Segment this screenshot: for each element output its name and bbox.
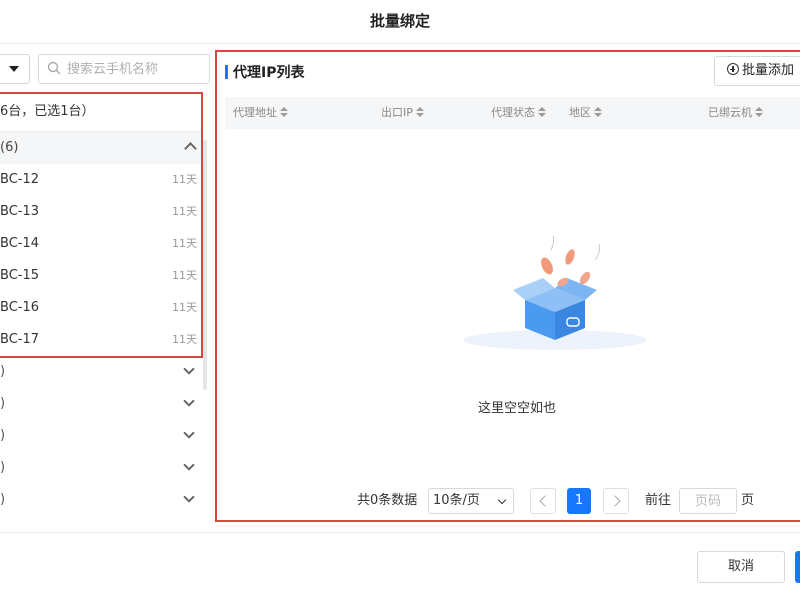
sort-icon[interactable] — [755, 107, 763, 117]
dialog-title: 批量绑定 — [369, 12, 430, 30]
chevron-right-icon — [609, 495, 621, 507]
collapsed-group[interactable]: ) — [0, 388, 205, 420]
empty-state-text: 这里空空如也 — [477, 401, 556, 416]
device-item[interactable]: BC-17 11天 — [0, 324, 201, 356]
device-days: 11天 — [172, 205, 197, 218]
search-icon — [47, 61, 61, 75]
page-size-value: 10条/页 — [433, 493, 480, 508]
column-label: 出口IP — [381, 106, 413, 119]
goto-page-input[interactable] — [679, 488, 737, 514]
device-item[interactable]: BC-15 11天 — [0, 260, 201, 292]
plus-circle-icon — [727, 63, 739, 75]
search-box[interactable] — [38, 54, 210, 84]
dialog-header: 批量绑定 — [0, 0, 800, 44]
page-size-select[interactable]: 10条/页 — [428, 488, 514, 514]
device-panel: 6台，已选1台） (6) BC-12 11天 BC-13 11天 BC-14 1… — [0, 44, 210, 524]
collapsed-group[interactable]: ) — [0, 420, 205, 452]
device-item[interactable]: BC-14 11天 — [0, 228, 201, 260]
prev-page-button[interactable] — [530, 488, 556, 514]
column-header[interactable]: 地区 — [569, 97, 602, 129]
column-header[interactable]: 已绑云机 — [708, 97, 763, 129]
table-header: 代理地址 出口IP 代理状态 地区 已绑云机 — [225, 97, 800, 129]
scrollbar[interactable] — [203, 140, 207, 390]
column-header[interactable]: 出口IP — [381, 97, 424, 129]
caret-down-icon — [9, 66, 19, 72]
device-item[interactable]: BC-13 11天 — [0, 196, 201, 228]
device-name: BC-17 — [0, 332, 39, 347]
collapsed-group-label: ) — [0, 492, 6, 507]
chevron-down-icon[interactable] — [183, 427, 195, 439]
chevron-left-icon — [539, 495, 551, 507]
footer-divider — [0, 532, 800, 533]
device-days: 11天 — [172, 173, 197, 186]
column-header[interactable]: 代理状态 — [491, 97, 546, 129]
device-item[interactable]: BC-16 11天 — [0, 292, 201, 324]
device-name: BC-13 — [0, 204, 39, 219]
collapsed-group[interactable]: ) — [0, 356, 205, 388]
total-count: 共0条数据 — [357, 493, 418, 508]
collapsed-group[interactable]: ) — [0, 452, 205, 484]
proxy-ip-panel: 代理IP列表 批量添加 代理地址 出口IP 代理状态 地区 已绑云机 这里空空如… — [215, 50, 800, 522]
device-name: BC-16 — [0, 300, 39, 315]
device-days: 11天 — [172, 301, 197, 314]
device-item[interactable]: BC-12 11天 — [0, 164, 201, 196]
sort-icon[interactable] — [538, 107, 546, 117]
batch-add-button[interactable]: 批量添加 — [714, 56, 800, 86]
next-page-button[interactable] — [603, 488, 629, 514]
collapsed-group[interactable]: ) — [0, 484, 205, 516]
cancel-button[interactable]: 取消 — [697, 551, 785, 583]
column-label: 地区 — [569, 106, 591, 119]
page-suffix: 页 — [741, 493, 755, 508]
collapsed-group-label: ) — [0, 364, 6, 379]
chevron-up-icon[interactable] — [184, 142, 197, 155]
chevron-down-icon[interactable] — [183, 491, 195, 503]
collapsed-group-list: ) ) ) ) ) — [0, 356, 205, 516]
chevron-down-icon[interactable] — [183, 395, 195, 407]
panel-title: 代理IP列表 — [233, 65, 305, 81]
chevron-down-icon — [497, 495, 507, 505]
group-list-highlight: 6台，已选1台） (6) BC-12 11天 BC-13 11天 BC-14 1… — [0, 92, 203, 358]
title-accent-bar — [225, 65, 228, 79]
confirm-button[interactable] — [795, 551, 800, 583]
device-days: 11天 — [172, 269, 197, 282]
sort-icon[interactable] — [415, 107, 424, 117]
group-summary: 6台，已选1台） — [0, 94, 201, 132]
batch-add-label: 批量添加 — [742, 63, 795, 78]
chevron-down-icon[interactable] — [183, 459, 195, 471]
collapsed-group-label: ) — [0, 428, 6, 443]
group-filter-select[interactable] — [0, 54, 30, 84]
column-header[interactable]: 代理地址 — [233, 97, 288, 129]
column-label: 代理地址 — [233, 106, 277, 119]
device-name: BC-12 — [0, 172, 39, 187]
empty-box-illustration — [463, 235, 647, 350]
column-label: 代理状态 — [491, 106, 535, 119]
search-input[interactable] — [67, 59, 205, 79]
device-name: BC-15 — [0, 268, 39, 283]
column-label: 已绑云机 — [708, 106, 752, 119]
group-name: (6) — [0, 140, 19, 155]
device-name: BC-14 — [0, 236, 39, 251]
group-header[interactable]: (6) — [0, 132, 201, 164]
collapsed-group-label: ) — [0, 396, 6, 411]
sort-icon[interactable] — [280, 107, 288, 117]
collapsed-group-label: ) — [0, 460, 6, 475]
device-days: 11天 — [172, 333, 197, 346]
chevron-down-icon[interactable] — [183, 363, 195, 375]
device-days: 11天 — [172, 237, 197, 250]
sort-icon[interactable] — [594, 107, 602, 117]
current-page-button[interactable]: 1 — [567, 488, 591, 514]
goto-label: 前往 — [645, 493, 672, 508]
